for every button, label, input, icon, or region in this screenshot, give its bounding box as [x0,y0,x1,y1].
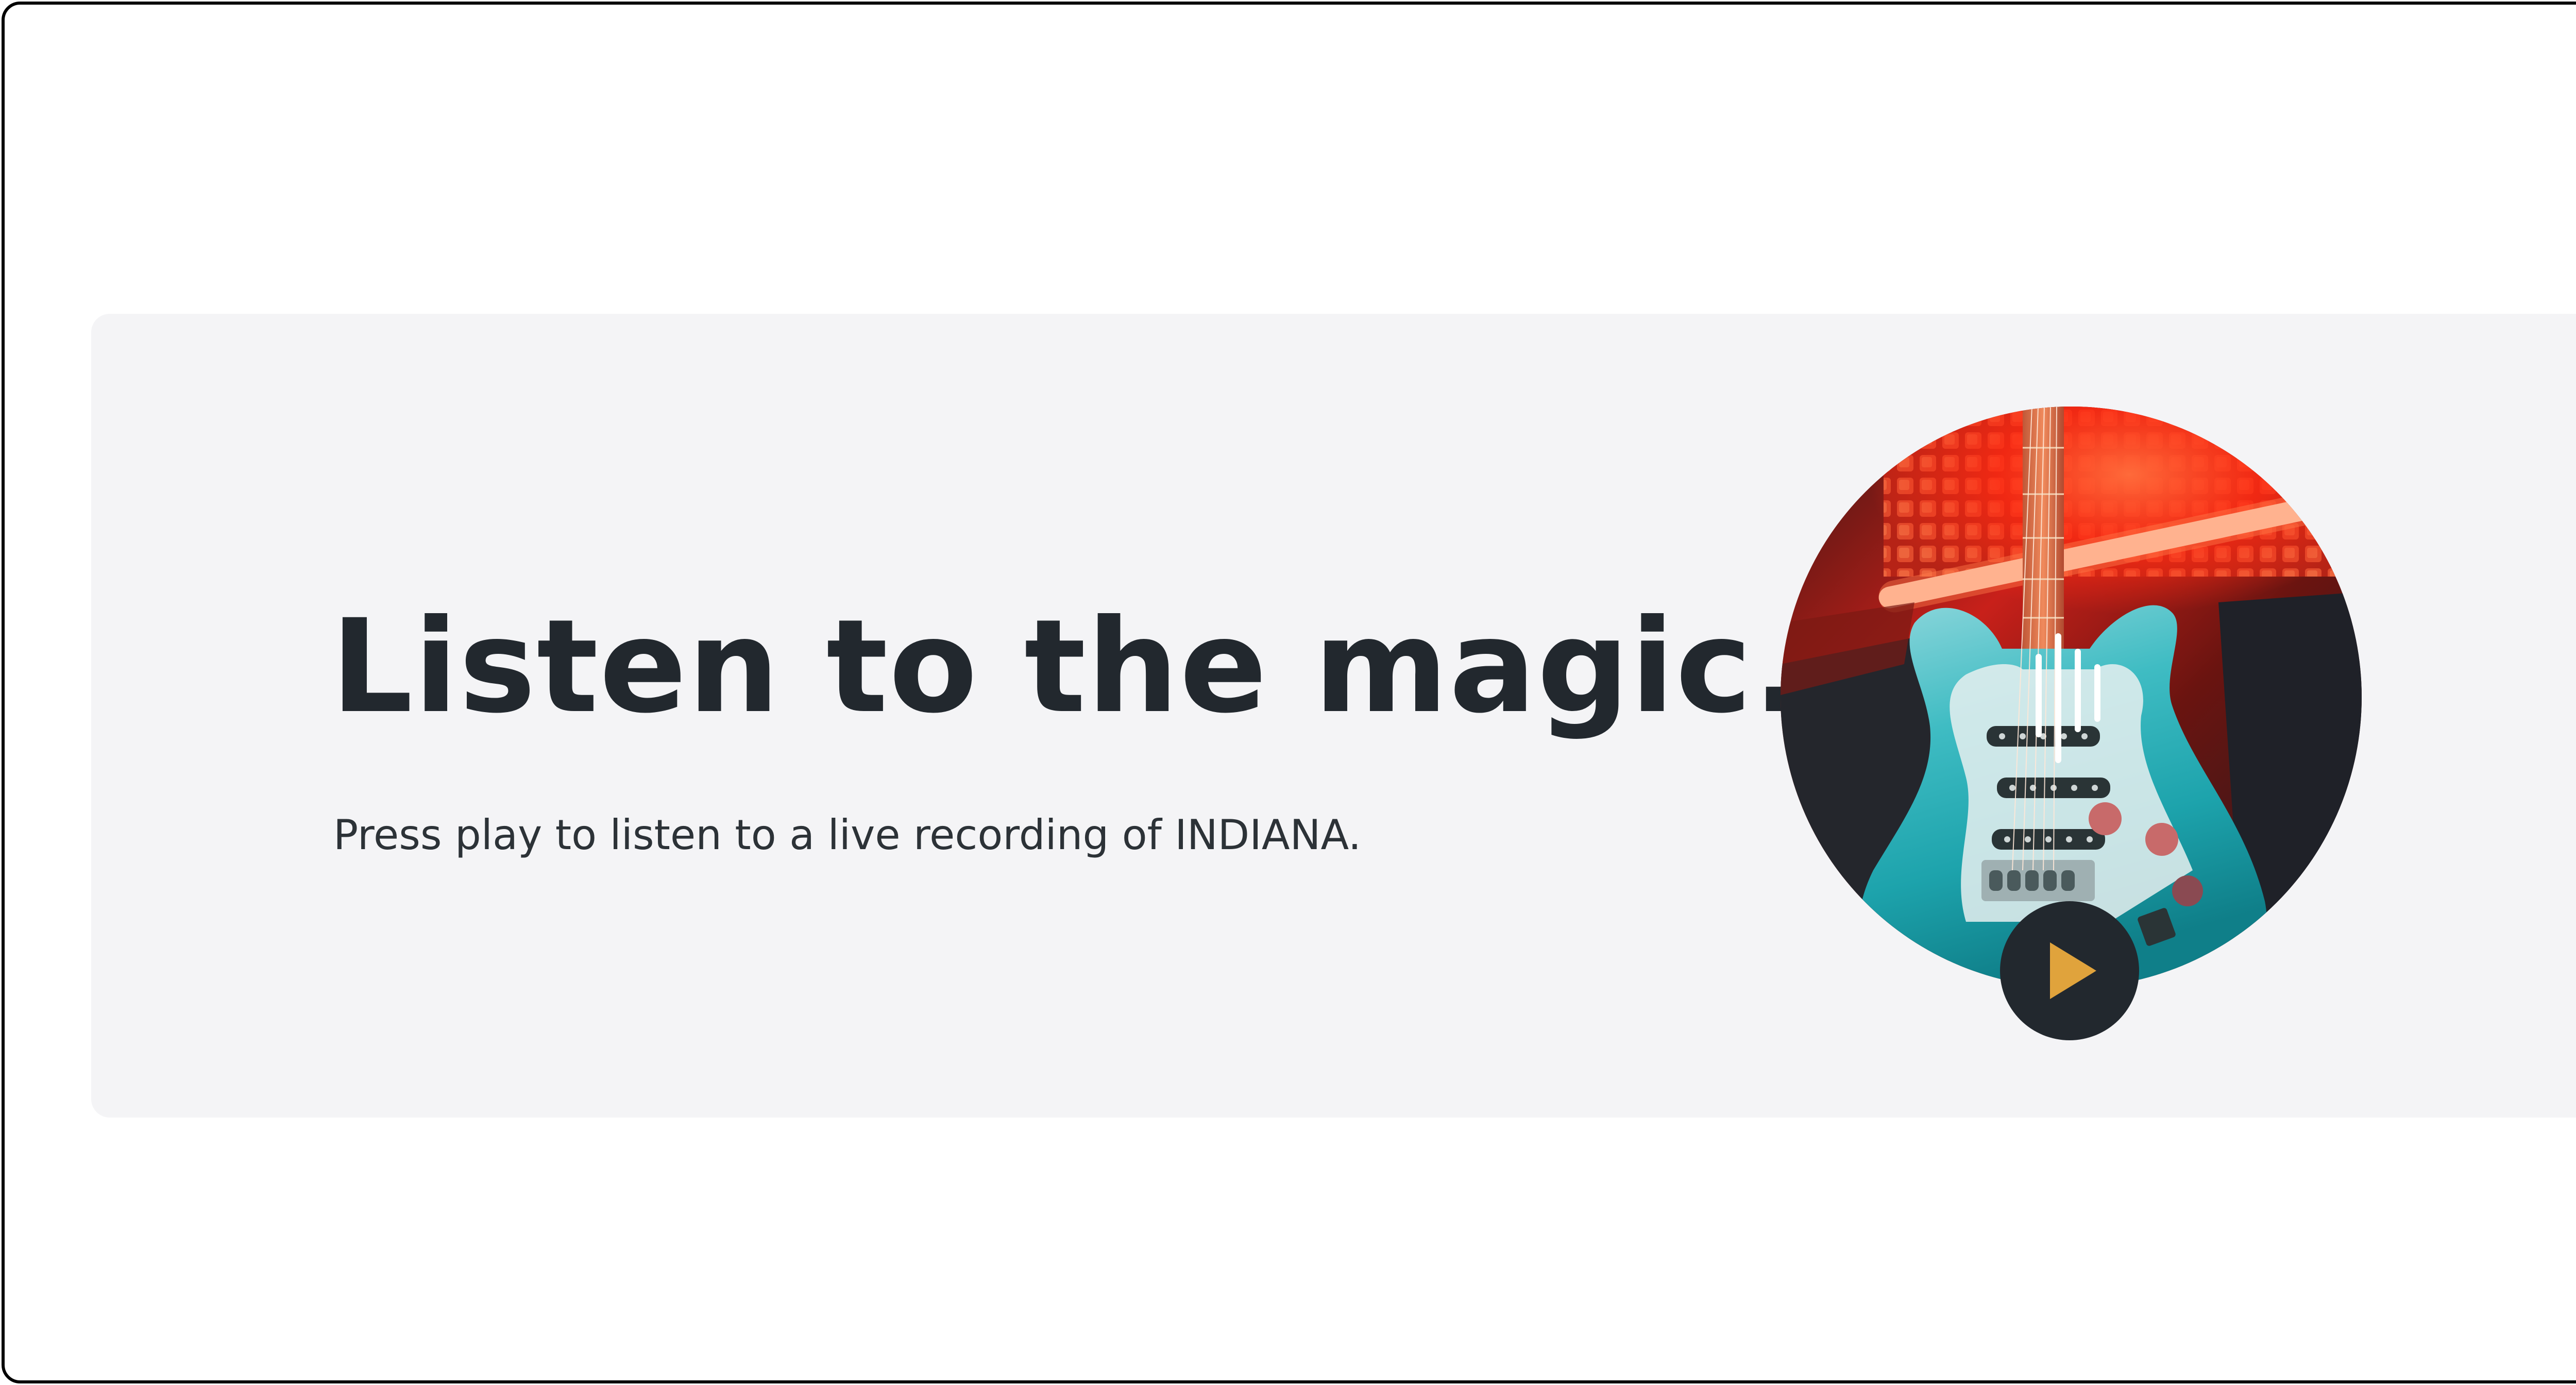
page-title: Listen to the magic. [331,592,1803,741]
audio-player [1781,407,2362,1040]
app-frame: Listen to the magic. Press play to liste… [2,2,2576,1383]
audio-waveform-icon [2036,633,2100,763]
play-button[interactable] [2000,901,2139,1040]
audio-promo-card: Listen to the magic. Press play to liste… [91,314,2576,1118]
play-icon [2050,942,2096,999]
page-subtitle: Press play to listen to a live recording… [333,811,1362,859]
